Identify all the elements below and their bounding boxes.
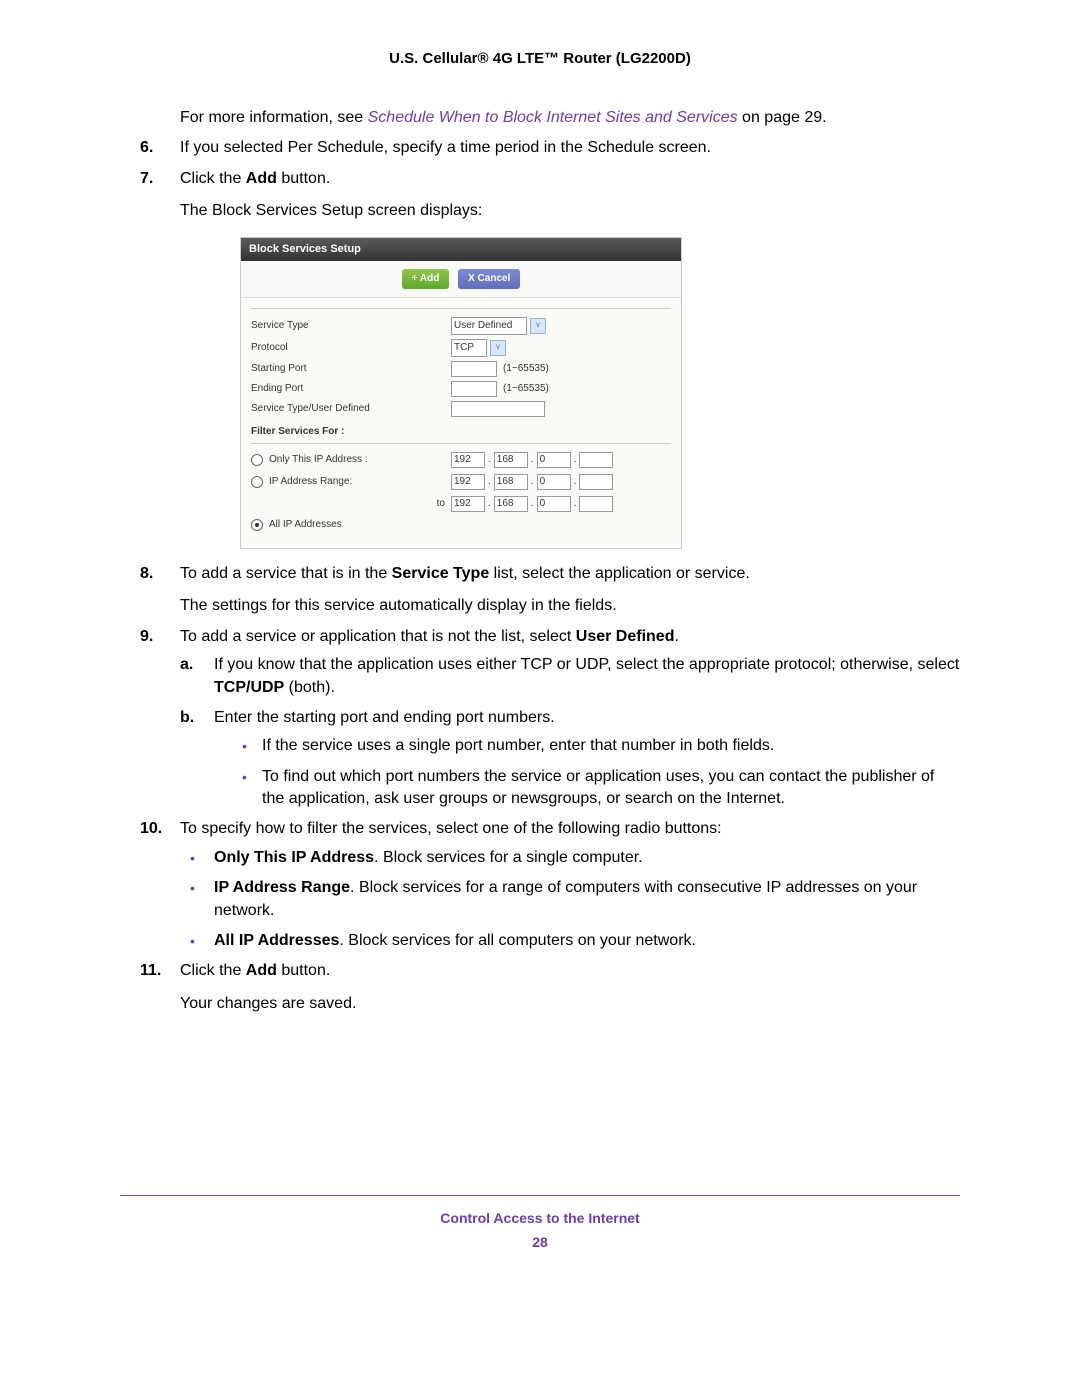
step-8-num: 8. bbox=[140, 563, 153, 585]
ip-range-from-1[interactable]: 192 bbox=[451, 474, 485, 490]
step-9b-text: Enter the starting port and ending port … bbox=[214, 709, 555, 726]
step-9a: a. If you know that the application uses… bbox=[180, 654, 960, 699]
step-9-num: 9. bbox=[140, 626, 153, 648]
step-9-pre: To add a service or application that is … bbox=[180, 628, 576, 645]
user-defined-label: Service Type/User Defined bbox=[251, 402, 451, 416]
step-9b: b. Enter the starting port and ending po… bbox=[180, 707, 960, 811]
step-7-pre: Click the bbox=[180, 170, 246, 187]
block-services-screenshot: Block Services Setup + Add X Cancel Serv… bbox=[240, 237, 682, 549]
step-11-pre: Click the bbox=[180, 962, 246, 979]
step-6: 6. If you selected Per Schedule, specify… bbox=[120, 137, 960, 159]
step-10-bullet-1: Only This IP Address. Block services for… bbox=[180, 847, 960, 869]
step-11-after: Your changes are saved. bbox=[180, 993, 960, 1015]
schedule-link[interactable]: Schedule When to Block Internet Sites an… bbox=[368, 109, 738, 126]
ip-octet-2[interactable]: 168 bbox=[494, 452, 528, 468]
ip-range-to-4[interactable] bbox=[579, 496, 613, 512]
service-type-label: Service Type bbox=[251, 319, 451, 333]
only-this-ip-label: Only This IP Address : bbox=[269, 453, 368, 467]
step-10-b1-rest: . Block services for a single computer. bbox=[374, 849, 643, 866]
step-8-after: The settings for this service automatica… bbox=[180, 595, 960, 617]
ip-range-to-2[interactable]: 168 bbox=[494, 496, 528, 512]
intro-paragraph: For more information, see Schedule When … bbox=[180, 107, 960, 129]
ip-octet-4[interactable] bbox=[579, 452, 613, 468]
step-11-bold: Add bbox=[246, 962, 277, 979]
ending-port-label: Ending Port bbox=[251, 382, 451, 396]
step-9a-pre: If you know that the application uses ei… bbox=[214, 656, 959, 673]
footer-title: Control Access to the Internet bbox=[120, 1210, 960, 1226]
step-9b-label: b. bbox=[180, 707, 194, 729]
step-7: 7. Click the Add button. The Block Servi… bbox=[120, 168, 960, 549]
starting-port-hint: (1~65535) bbox=[503, 362, 549, 376]
ip-range-to-1[interactable]: 192 bbox=[451, 496, 485, 512]
filter-services-heading: Filter Services For : bbox=[251, 425, 671, 439]
step-11-post: button. bbox=[277, 962, 330, 979]
step-8-bold: Service Type bbox=[392, 565, 490, 582]
ip-octet-1[interactable]: 192 bbox=[451, 452, 485, 468]
ending-port-input[interactable] bbox=[451, 381, 497, 397]
starting-port-input[interactable] bbox=[451, 361, 497, 377]
all-ip-label: All IP Addresses bbox=[269, 518, 342, 532]
step-9a-bold: TCP/UDP bbox=[214, 679, 284, 696]
step-6-num: 6. bbox=[140, 137, 153, 159]
ip-range-to-3[interactable]: 0 bbox=[537, 496, 571, 512]
intro-prefix: For more information, see bbox=[180, 109, 368, 126]
only-this-ip-radio[interactable] bbox=[251, 454, 263, 466]
page-header: U.S. Cellular® 4G LTE™ Router (LG2200D) bbox=[120, 50, 960, 67]
step-9: 9. To add a service or application that … bbox=[120, 626, 960, 811]
step-10-num: 10. bbox=[140, 818, 162, 840]
step-8-pre: To add a service that is in the bbox=[180, 565, 392, 582]
all-ip-radio[interactable] bbox=[251, 519, 263, 531]
fig-title: Block Services Setup bbox=[241, 238, 681, 261]
step-10-b3-rest: . Block services for all computers on yo… bbox=[339, 932, 696, 949]
footer-rule bbox=[120, 1195, 960, 1196]
step-11: 11. Click the Add button. Your changes a… bbox=[120, 960, 960, 1015]
fig-toolbar: + Add X Cancel bbox=[241, 261, 681, 298]
ip-range-to-label: to bbox=[251, 497, 451, 511]
starting-port-label: Starting Port bbox=[251, 362, 451, 376]
step-9a-label: a. bbox=[180, 654, 193, 676]
step-7-after: The Block Services Setup screen displays… bbox=[180, 200, 960, 222]
step-9-post: . bbox=[674, 628, 678, 645]
step-10-text: To specify how to filter the services, s… bbox=[180, 820, 722, 837]
ip-range-from-4[interactable] bbox=[579, 474, 613, 490]
protocol-label: Protocol bbox=[251, 341, 451, 355]
step-10-bullet-3: All IP Addresses. Block services for all… bbox=[180, 930, 960, 952]
step-9-bold: User Defined bbox=[576, 628, 675, 645]
step-6-text: If you selected Per Schedule, specify a … bbox=[180, 139, 711, 156]
ip-range-radio[interactable] bbox=[251, 476, 263, 488]
step-8: 8. To add a service that is in the Servi… bbox=[120, 563, 960, 618]
step-8-post: list, select the application or service. bbox=[489, 565, 750, 582]
ip-range-from-3[interactable]: 0 bbox=[537, 474, 571, 490]
step-10-b1-bold: Only This IP Address bbox=[214, 849, 374, 866]
step-9b-bullet-2: To find out which port numbers the servi… bbox=[242, 766, 960, 811]
step-9a-post: (both). bbox=[284, 679, 335, 696]
step-7-num: 7. bbox=[140, 168, 153, 190]
dropdown-icon[interactable]: v bbox=[490, 340, 506, 356]
ip-range-from-2[interactable]: 168 bbox=[494, 474, 528, 490]
cancel-button[interactable]: X Cancel bbox=[458, 269, 520, 289]
ip-octet-3[interactable]: 0 bbox=[537, 452, 571, 468]
step-7-bold: Add bbox=[246, 170, 277, 187]
service-type-select[interactable]: User Defined bbox=[451, 317, 527, 335]
protocol-select[interactable]: TCP bbox=[451, 339, 487, 357]
step-9b-bullet-1: If the service uses a single port number… bbox=[242, 735, 960, 757]
dropdown-icon[interactable]: v bbox=[530, 318, 546, 334]
intro-suffix: on page 29. bbox=[738, 109, 827, 126]
user-defined-input[interactable] bbox=[451, 401, 545, 417]
step-7-post: button. bbox=[277, 170, 330, 187]
ending-port-hint: (1~65535) bbox=[503, 382, 549, 396]
step-11-num: 11. bbox=[140, 960, 161, 982]
step-10-b2-bold: IP Address Range bbox=[214, 879, 350, 896]
step-10-b3-bold: All IP Addresses bbox=[214, 932, 339, 949]
add-button[interactable]: + Add bbox=[402, 269, 450, 289]
step-10: 10. To specify how to filter the service… bbox=[120, 818, 960, 952]
ip-range-label: IP Address Range: bbox=[269, 475, 352, 489]
step-10-bullet-2: IP Address Range. Block services for a r… bbox=[180, 877, 960, 922]
page-number: 28 bbox=[120, 1234, 960, 1250]
